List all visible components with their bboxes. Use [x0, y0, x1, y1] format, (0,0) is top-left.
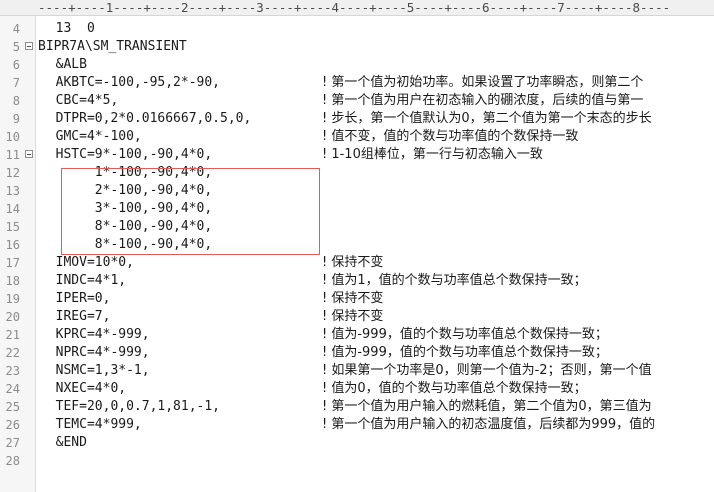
code-line[interactable]: 16 8*-100,-90,4*0,: [0, 236, 714, 254]
code-text: 3*-100,-90,4*0,: [40, 201, 213, 216]
line-number: 5: [12, 40, 20, 54]
line-number: 14: [5, 202, 20, 216]
line-number: 16: [5, 238, 20, 252]
code-line[interactable]: 10 GMC=4*-100, ! 值不变，值的个数与功率值的个数保持一致: [0, 128, 714, 146]
code-line[interactable]: 23 NSMC=1,3*-1, ! 如果第一个功率是0，则第一个值为-2；否则，第…: [0, 362, 714, 380]
code-text: TEF=20,0,0.7,1,81,-1,: [40, 399, 221, 414]
code-text: IPER=0,: [40, 291, 111, 306]
code-text: HSTC=9*-100,-90,4*0,: [40, 147, 213, 162]
code-line[interactable]: 25 TEF=20,0,0.7,1,81,-1, ! 第一个值为用户输入的燃耗值，…: [0, 398, 714, 416]
code-text: 2*-100,-90,4*0,: [40, 183, 213, 198]
code-line[interactable]: 22 NPRC=4*-999, ! 值为-999，值的个数与功率值总个数保持一致；: [0, 344, 714, 362]
column-ruler: ----+----1----+----2----+----3----+----4…: [0, 0, 714, 16]
line-number: 13: [5, 184, 20, 198]
comment-text: ! 值为0，值的个数与功率值总个数保持一致；: [322, 381, 587, 396]
code-text: IMOV=10*0,: [40, 255, 134, 270]
code-line[interactable]: 18 INDC=4*1, ! 值为1，值的个数与功率值总个数保持一致；: [0, 272, 714, 290]
code-line[interactable]: 26 TEMC=4*999, ! 第一个值为用户输入的初态温度值，后续都为999，…: [0, 416, 714, 434]
code-text: INDC=4*1,: [40, 273, 127, 288]
line-number: 18: [5, 274, 20, 288]
code-text: DTPR=0,2*0.0166667,0.5,0,: [40, 111, 252, 126]
code-text: NXEC=4*0,: [40, 381, 127, 396]
code-line[interactable]: 15 8*-100,-90,4*0,: [0, 218, 714, 236]
code-line[interactable]: 11 HSTC=9*-100,-90,4*0, ! 1-10组棒位，第一行与初态输…: [0, 146, 714, 164]
comment-text: ! 1-10组棒位，第一行与初态输入一致: [322, 147, 543, 162]
code-line[interactable]: 17 IMOV=10*0, ! 保持不变: [0, 254, 714, 272]
code-text: TEMC=4*999,: [40, 417, 142, 432]
code-text: IREG=7,: [40, 309, 111, 324]
line-number: 4: [12, 22, 20, 36]
code-line[interactable]: 8 CBC=4*5, ! 第一个值为用户在初态输入的硼浓度，后续的值与第一: [0, 92, 714, 110]
comment-text: ! 第一个值为用户在初态输入的硼浓度，后续的值与第一: [322, 93, 644, 108]
comment-text: ! 第一个值为用户输入的初态温度值，后续都为999，值的: [322, 417, 656, 432]
line-number: 12: [5, 166, 20, 180]
line-number: 15: [5, 220, 20, 234]
code-text: BIPR7A\SM_TRANSIENT: [38, 39, 187, 54]
ruler-text: ----+----1----+----2----+----3----+----4…: [38, 0, 671, 15]
fold-collapse-icon[interactable]: [25, 150, 33, 158]
line-number: 6: [12, 58, 20, 72]
line-number: 17: [5, 256, 20, 270]
line-number: 20: [5, 310, 20, 324]
code-line[interactable]: 19 IPER=0, ! 保持不变: [0, 290, 714, 308]
code-text: CBC=4*5,: [40, 93, 119, 108]
line-number: 19: [5, 292, 20, 306]
line-number: 10: [5, 130, 20, 144]
comment-text: ! 值为1，值的个数与功率值总个数保持一致；: [322, 273, 587, 288]
code-line[interactable]: 20 IREG=7, ! 保持不变: [0, 308, 714, 326]
fold-collapse-icon[interactable]: [25, 42, 33, 50]
code-line[interactable]: 28: [0, 452, 714, 470]
code-line[interactable]: 7 AKBTC=-100,-95,2*-90, ! 第一个值为初始功率。如果设置了…: [0, 74, 714, 92]
code-text: 8*-100,-90,4*0,: [40, 237, 213, 252]
code-text: 1*-100,-90,4*0,: [40, 165, 213, 180]
line-number: 8: [12, 94, 20, 108]
code-line[interactable]: 14 3*-100,-90,4*0,: [0, 200, 714, 218]
line-number: 27: [5, 436, 20, 450]
line-number: 23: [5, 364, 20, 378]
line-number: 9: [12, 112, 20, 126]
code-line[interactable]: 21 KPRC=4*-999, ! 值为-999，值的个数与功率值总个数保持一致；: [0, 326, 714, 344]
line-number: 7: [12, 76, 20, 90]
code-text: 8*-100,-90,4*0,: [40, 219, 213, 234]
code-line[interactable]: 12 1*-100,-90,4*0,: [0, 164, 714, 182]
code-text: &ALB: [40, 57, 87, 72]
line-number: 22: [5, 346, 20, 360]
comment-text: ! 保持不变: [322, 291, 384, 306]
code-text: 13 0: [40, 21, 95, 36]
line-number: 25: [5, 400, 20, 414]
code-text: &END: [40, 435, 87, 450]
code-text: KPRC=4*-999,: [40, 327, 150, 342]
code-text: NPRC=4*-999,: [40, 345, 150, 360]
code-line[interactable]: 9 DTPR=0,2*0.0166667,0.5,0, ! 步长，第一个值默认为0…: [0, 110, 714, 128]
comment-text: ! 第一个值为初始功率。如果设置了功率瞬态，则第二个: [322, 75, 644, 90]
comment-text: ! 值不变，值的个数与功率值的个数保持一致: [322, 129, 579, 144]
comment-text: ! 保持不变: [322, 309, 384, 324]
line-number: 26: [5, 418, 20, 432]
code-line[interactable]: 4 13 0: [0, 20, 714, 38]
code-text: AKBTC=-100,-95,2*-90,: [40, 75, 221, 90]
line-number: 11: [5, 148, 20, 162]
line-number: 21: [5, 328, 20, 342]
line-number: 24: [5, 382, 20, 396]
code-text: NSMC=1,3*-1,: [40, 363, 150, 378]
comment-text: ! 第一个值为用户输入的燃耗值，第二个值为0，第三值为: [322, 399, 652, 414]
code-line[interactable]: 27 &END: [0, 434, 714, 452]
code-line[interactable]: 5 BIPR7A\SM_TRANSIENT: [0, 38, 714, 56]
code-text: GMC=4*-100,: [40, 129, 142, 144]
code-line[interactable]: 24 NXEC=4*0, ! 值为0，值的个数与功率值总个数保持一致；: [0, 380, 714, 398]
comment-text: ! 如果第一个功率是0，则第一个值为-2；否则，第一个值: [322, 363, 652, 378]
code-line[interactable]: 13 2*-100,-90,4*0,: [0, 182, 714, 200]
code-line[interactable]: 6 &ALB: [0, 56, 714, 74]
comment-text: ! 值为-999，值的个数与功率值总个数保持一致；: [322, 327, 608, 342]
comment-text: ! 值为-999，值的个数与功率值总个数保持一致；: [322, 345, 608, 360]
line-number: 28: [5, 454, 20, 468]
comment-text: ! 步长，第一个值默认为0，第二个值为第一个末态的步长: [322, 111, 652, 126]
comment-text: ! 保持不变: [322, 255, 384, 270]
